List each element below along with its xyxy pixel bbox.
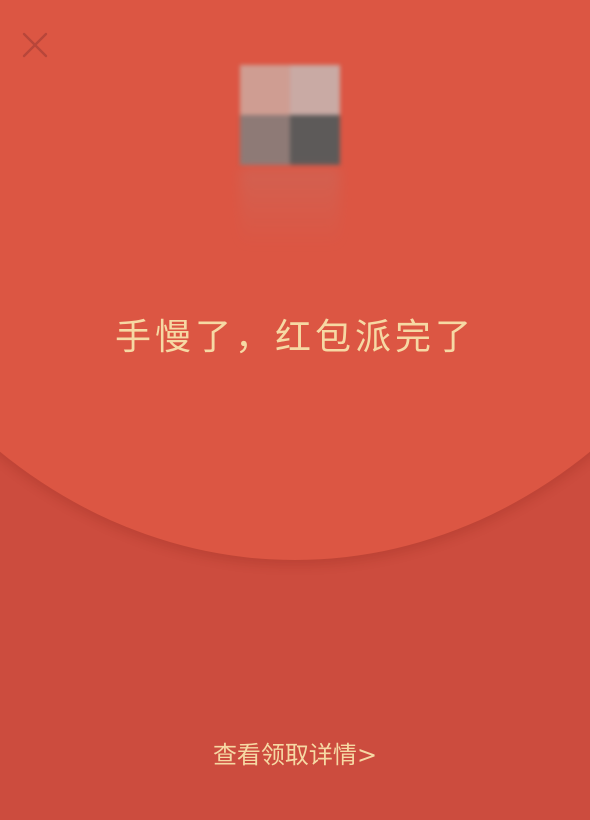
view-claim-details-link[interactable]: 查看领取详情>	[0, 735, 590, 770]
envelope-message: 手慢了，红包派完了	[114, 317, 475, 358]
close-button[interactable]	[18, 28, 52, 62]
details-link-label: 查看领取详情	[212, 741, 357, 769]
sender-avatar	[240, 65, 340, 165]
avatar-reflection	[240, 168, 340, 248]
chevron-right-icon: >	[356, 741, 378, 769]
red-envelope-screen: 手慢了，红包派完了 查看领取详情>	[0, 0, 590, 820]
close-icon	[22, 32, 48, 58]
